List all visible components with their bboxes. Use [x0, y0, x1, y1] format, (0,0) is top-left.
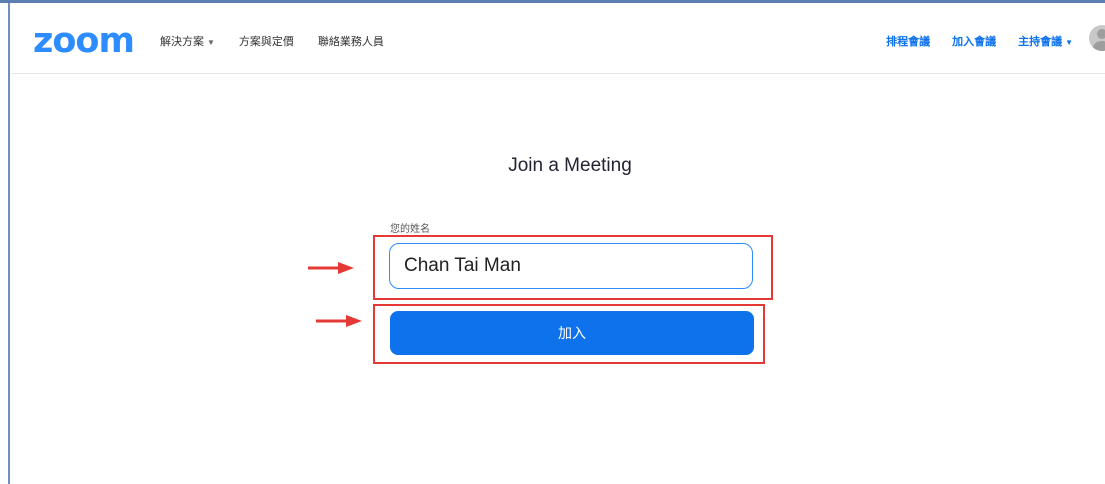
avatar-icon[interactable]	[1089, 25, 1105, 51]
nav-host-meeting[interactable]: 主持會議 ▼	[1018, 35, 1073, 50]
nav-join-meeting[interactable]: 加入會議	[952, 35, 996, 50]
page-title: Join a Meeting	[508, 155, 632, 176]
annotation-arrow-icon	[308, 262, 354, 274]
annotation-arrow-icon	[316, 315, 362, 327]
nav-contact-sales-label: 聯絡業務人員	[317, 36, 384, 48]
nav-plans-pricing-label: 方案與定價	[238, 36, 294, 48]
nav-solutions-label: 解決方案	[160, 36, 204, 48]
annotation-highlight-box-name	[373, 235, 773, 300]
chevron-down-icon: ▼	[207, 38, 215, 47]
window-frame-left	[8, 3, 10, 484]
name-field-label: 您的姓名	[390, 224, 430, 235]
nav-contact-sales[interactable]: 聯絡業務人員	[318, 35, 384, 50]
annotation-highlight-box-join	[373, 304, 765, 364]
nav-plans-pricing[interactable]: 方案與定價	[239, 35, 294, 50]
nav-schedule-meeting[interactable]: 排程會議	[886, 35, 930, 50]
nav-left-menu: 解決方案 ▼ 方案與定價 聯絡業務人員	[160, 35, 384, 50]
nav-join-meeting-label: 加入會議	[952, 36, 997, 48]
nav-schedule-meeting-label: 排程會議	[886, 36, 931, 48]
nav-solutions[interactable]: 解決方案 ▼	[160, 35, 215, 50]
top-navbar: zoom 解決方案 ▼ 方案與定價 聯絡業務人員 排程會議 加入會議 主持會議 ▼	[10, 3, 1105, 74]
nav-host-meeting-label: 主持會議	[1018, 36, 1063, 48]
chevron-down-icon: ▼	[1065, 38, 1073, 47]
nav-right-menu: 排程會議 加入會議 主持會議 ▼	[886, 35, 1073, 50]
zoom-logo[interactable]: zoom	[33, 21, 135, 61]
